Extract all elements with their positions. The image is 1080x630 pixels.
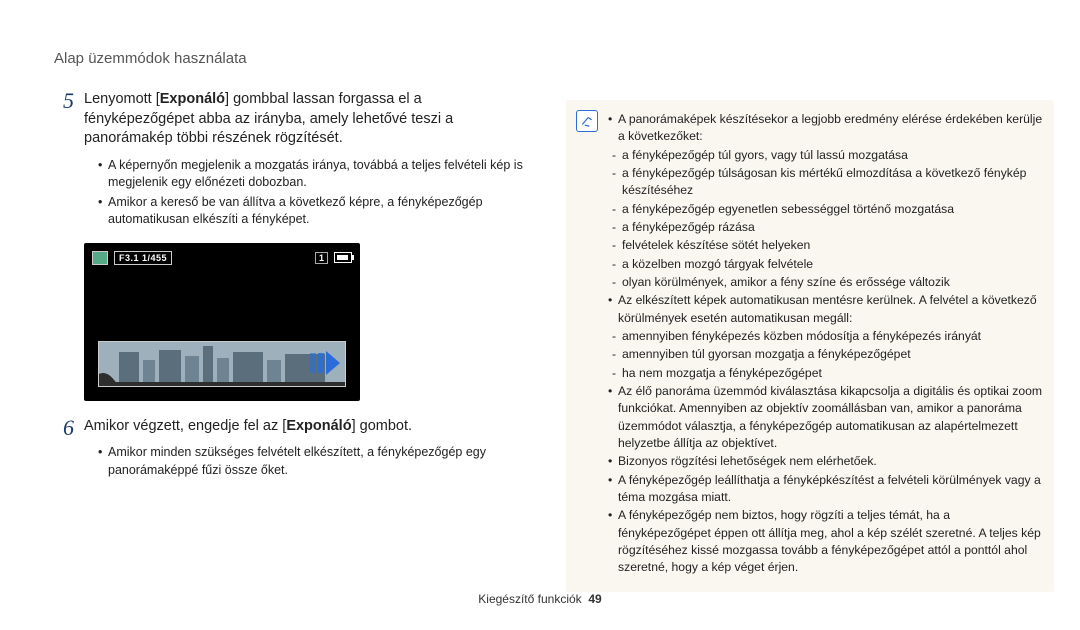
note-d3: a fényképezőgép egyenetlen sebességgel t…: [612, 201, 1044, 218]
camera-frame-count: 1: [315, 252, 328, 264]
step6-pre: Amikor végzett, engedje fel az [: [84, 418, 286, 434]
step-6-bullets: Amikor minden szükséges felvételt elkész…: [84, 444, 534, 479]
step5-pre: Lenyomott [: [84, 91, 160, 107]
note-f3: A fényképezőgép leállíthatja a fényképké…: [608, 472, 1044, 507]
pan-direction-arrow-icon: [310, 351, 340, 375]
note-d5: felvételek készítése sötét helyeken: [612, 237, 1044, 254]
step5-bullet-2: Amikor a kereső be van állítva a követke…: [98, 194, 534, 229]
step6-bold: Exponáló: [286, 418, 351, 434]
step6-bullet-1: Amikor minden szükséges felvételt elkész…: [98, 444, 534, 479]
note-e1: amennyiben fényképezés közben módosítja …: [612, 328, 1044, 345]
note-box: A panorámaképek készítésekor a legjobb e…: [566, 100, 1054, 592]
note-d7: olyan körülmények, amikor a fény színe é…: [612, 274, 1044, 291]
note-icon: [576, 110, 598, 132]
note-e2: amennyiben túl gyorsan mozgatja a fényké…: [612, 346, 1044, 363]
step5-bold: Exponáló: [160, 91, 225, 107]
note-f1: Az élő panoráma üzemmód kiválasztása kik…: [608, 383, 1044, 452]
camera-exposure-readout: F3.1 1/455: [114, 251, 172, 265]
note-d2: a fényképezőgép túlságosan kis mértékű e…: [612, 165, 1044, 200]
cityscape-illustration: [98, 342, 346, 386]
thumbnail-icon: [92, 251, 108, 265]
step5-bullet-1: A képernyőn megjelenik a mozgatás iránya…: [98, 157, 534, 192]
camera-screen-illustration: F3.1 1/455 1: [84, 243, 360, 401]
step-number-5: 5: [54, 88, 74, 114]
step-6: 6 Amikor végzett, engedje fel az [Exponá…: [54, 417, 534, 480]
step-5-bullets: A képernyőn megjelenik a mozgatás iránya…: [84, 157, 534, 229]
note-d4: a fényképezőgép rázása: [612, 219, 1044, 236]
step-5-text: Lenyomott [Exponáló] gombbal lassan forg…: [84, 90, 534, 149]
left-column: 5 Lenyomott [Exponáló] gombbal lassan fo…: [54, 90, 534, 493]
note-top: A panorámaképek készítésekor a legjobb e…: [608, 111, 1044, 146]
step-5: 5 Lenyomott [Exponáló] gombbal lassan fo…: [54, 90, 534, 229]
step-number-6: 6: [54, 415, 74, 441]
step-6-text: Amikor végzett, engedje fel az [Exponáló…: [84, 417, 534, 437]
footer-page-number: 49: [588, 592, 601, 606]
note-d6: a közelben mozgó tárgyak felvétele: [612, 256, 1044, 273]
note-f2: Bizonyos rögzítési lehetőségek nem elérh…: [608, 453, 1044, 470]
step6-post: ] gombot.: [352, 418, 412, 434]
page-header: Alap üzemmódok használata: [54, 50, 247, 67]
note-e3: ha nem mozgatja a fényképezőgépet: [612, 365, 1044, 382]
note-top2: Az elkészített képek automatikusan menté…: [608, 292, 1044, 327]
page-footer: Kiegészítő funkciók 49: [0, 592, 1080, 606]
note-d1: a fényképezőgép túl gyors, vagy túl lass…: [612, 147, 1044, 164]
note-f4: A fényképezőgép nem biztos, hogy rögzíti…: [608, 507, 1044, 576]
footer-section: Kiegészítő funkciók: [478, 592, 581, 606]
panorama-preview-strip: [98, 341, 346, 387]
battery-icon: [334, 252, 352, 263]
